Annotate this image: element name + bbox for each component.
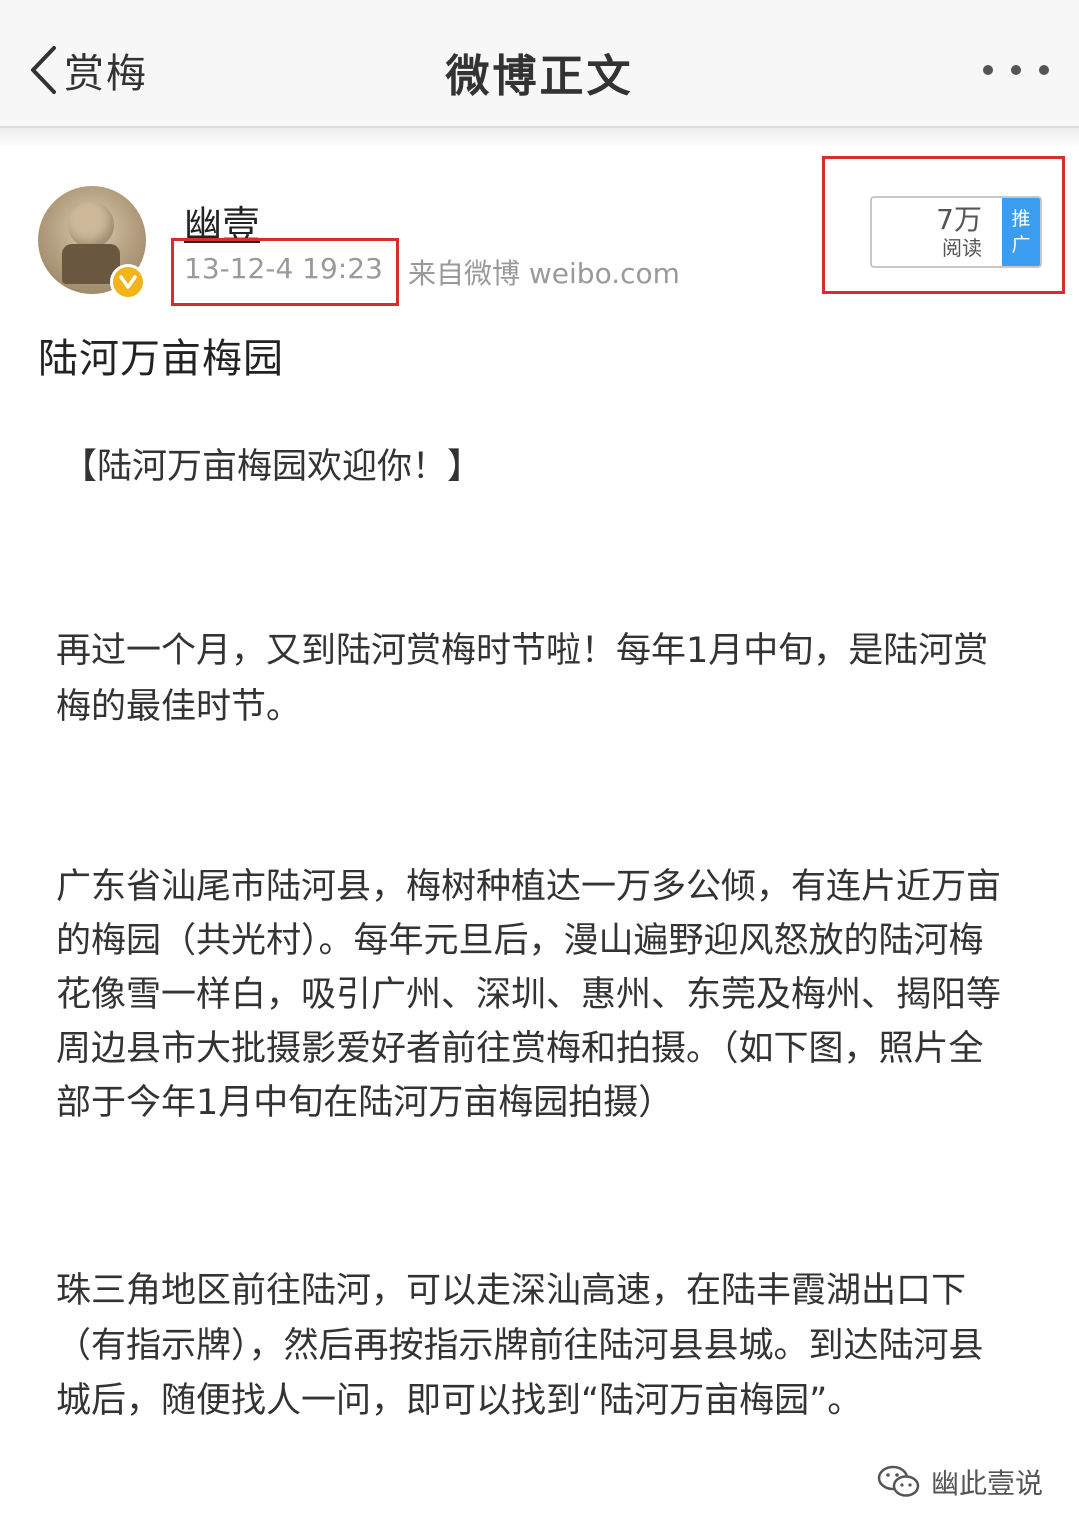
navigation-bar: 赏梅 微博正文	[0, 0, 1079, 128]
post-paragraph: 珠三角地区前往陆河，可以走深汕高速，在陆丰霞湖出口下（有指示牌），然后再按指示牌…	[56, 1271, 984, 1421]
post-paragraph: 再过一个月，又到陆河赏梅时节啦！每年1月中旬，是陆河赏梅的最佳时节。	[56, 631, 989, 727]
avatar-photo-face	[68, 202, 114, 248]
back-button[interactable]: 赏梅	[28, 40, 148, 100]
more-options-button[interactable]	[983, 52, 1049, 88]
page-title: 微博正文	[445, 51, 634, 102]
more-dots-icon	[1011, 65, 1021, 75]
post-source: 来自微博 weibo.com	[408, 257, 680, 290]
post-paragraph: 广东省汕尾市陆河县，梅树种植达一万多公倾，有连片近万亩的梅园（共光村）。每年元旦…	[56, 867, 1002, 1123]
verified-badge-icon	[110, 264, 146, 300]
wechat-watermark: 幽此壹说	[877, 1462, 1043, 1502]
timestamp-highlight-box	[171, 238, 399, 306]
watermark-text: 幽此壹说	[930, 1467, 1043, 1500]
post-heading: 【陆河万亩梅园欢迎你！】	[62, 447, 483, 487]
post-title: 陆河万亩梅园	[38, 336, 284, 382]
back-button-label: 赏梅	[64, 51, 148, 97]
nav-divider	[0, 128, 1079, 148]
more-dots-icon	[983, 65, 993, 75]
more-dots-icon	[1039, 65, 1049, 75]
chevron-left-icon	[31, 46, 56, 94]
weibo-post-page: 赏梅 微博正文 幽壹 13-12-4 19:23 来自微博 weibo.com …	[0, 0, 1079, 1528]
wechat-icon	[877, 1465, 920, 1497]
read-count-highlight-box	[822, 156, 1065, 294]
